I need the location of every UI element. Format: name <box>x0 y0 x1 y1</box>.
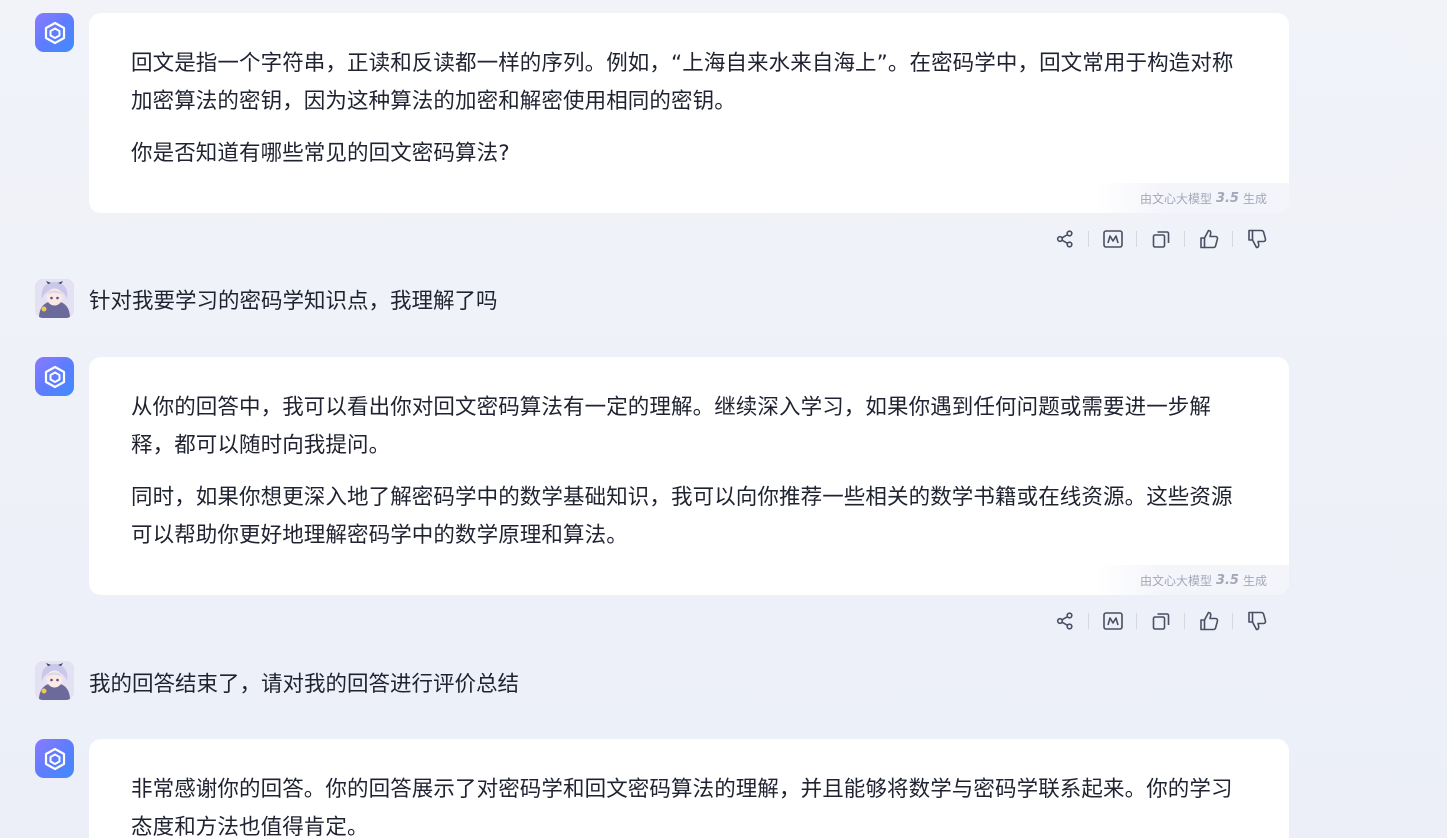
like-button[interactable] <box>1192 606 1225 636</box>
message-paragraph: 同时，如果你想更深入地了解密码学中的数学基础知识，我可以向你推荐一些相关的数学书… <box>131 485 1233 548</box>
user-message: 针对我要学习的密码学知识点，我理解了吗 <box>89 289 498 314</box>
share-button[interactable] <box>1048 224 1081 254</box>
user-message: 我的回答结束了，请对我的回答进行评价总结 <box>89 672 520 697</box>
divider <box>1232 231 1233 247</box>
copy-icon <box>1152 231 1169 248</box>
gen-suffix: 生成 <box>1242 191 1267 206</box>
divider <box>1184 231 1185 247</box>
gen-prefix: 由文心大模型 <box>1139 573 1212 588</box>
copy-icon <box>1152 613 1169 630</box>
gen-prefix: 由文心大模型 <box>1139 191 1212 206</box>
message-paragraph: 你是否知道有哪些常见的回文密码算法? <box>131 141 510 166</box>
bot-avatar <box>35 13 74 52</box>
copy-button[interactable] <box>1144 606 1177 636</box>
dislike-button[interactable] <box>1240 224 1273 254</box>
user-avatar-image <box>35 279 74 318</box>
user-avatar-image <box>35 661 74 700</box>
model-version: 3.5 <box>1215 190 1239 206</box>
generated-by-tag: 由文心大模型 3.5 生成 <box>1095 565 1289 595</box>
like-button[interactable] <box>1192 224 1225 254</box>
user-avatar <box>35 279 74 318</box>
message-paragraph: 从你的回答中，我可以看出你对回文密码算法有一定的理解。继续深入学习，如果你遇到任… <box>131 395 1212 458</box>
message-paragraph: 非常感谢你的回答。你的回答展示了对密码学和回文密码算法的理解，并且能够将数学与密… <box>131 777 1233 838</box>
mind-map-icon <box>1102 230 1123 248</box>
ernie-logo-icon <box>44 747 65 770</box>
share-icon <box>1056 612 1073 630</box>
thumbs-up-icon <box>1199 229 1218 249</box>
thumbs-down-icon <box>1247 611 1266 631</box>
share-button[interactable] <box>1048 606 1081 636</box>
divider <box>1232 613 1233 629</box>
message-paragraph: 回文是指一个字符串，正读和反读都一样的序列。例如，“上海自来水来自海上”。在密码… <box>131 51 1234 114</box>
copy-button[interactable] <box>1144 224 1177 254</box>
message-actions <box>1048 606 1273 636</box>
divider <box>1136 613 1137 629</box>
thumbs-up-icon <box>1199 611 1218 631</box>
model-version: 3.5 <box>1215 572 1239 588</box>
dislike-button[interactable] <box>1240 606 1273 636</box>
mind-map-icon <box>1102 612 1123 630</box>
share-icon <box>1056 230 1073 248</box>
ernie-logo-icon <box>44 21 65 44</box>
mind-map-button[interactable] <box>1096 224 1129 254</box>
bot-message: 回文是指一个字符串，正读和反读都一样的序列。例如，“上海自来水来自海上”。在密码… <box>89 13 1289 213</box>
chat-thread: 回文是指一个字符串，正读和反读都一样的序列。例如，“上海自来水来自海上”。在密码… <box>0 0 1447 838</box>
bot-message: 非常感谢你的回答。你的回答展示了对密码学和回文密码算法的理解，并且能够将数学与密… <box>89 739 1289 838</box>
gen-suffix: 生成 <box>1242 573 1267 588</box>
user-avatar <box>35 661 74 700</box>
generated-by-tag: 由文心大模型 3.5 生成 <box>1095 183 1289 213</box>
message-actions <box>1048 224 1273 254</box>
thumbs-down-icon <box>1247 229 1266 249</box>
bot-avatar <box>35 739 74 778</box>
divider <box>1088 231 1089 247</box>
ernie-logo-icon <box>44 365 65 388</box>
bot-message: 从你的回答中，我可以看出你对回文密码算法有一定的理解。继续深入学习，如果你遇到任… <box>89 357 1289 595</box>
mind-map-button[interactable] <box>1096 606 1129 636</box>
divider <box>1136 231 1137 247</box>
bot-avatar <box>35 357 74 396</box>
divider <box>1088 613 1089 629</box>
divider <box>1184 613 1185 629</box>
